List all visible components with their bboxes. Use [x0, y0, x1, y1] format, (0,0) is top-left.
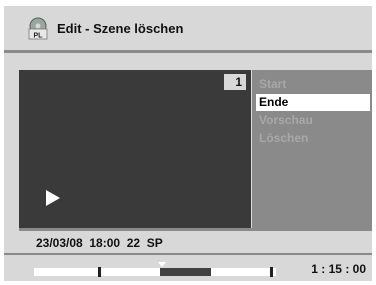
playlist-icon-label: PL: [34, 33, 44, 40]
edit-menu: Start Ende Vorschau Löschen: [252, 70, 372, 228]
recording-info-text: 23/03/08 18:00 22 SP: [36, 236, 163, 250]
edit-screen: PL Edit - Szene löschen 1 Start Ende Vor…: [4, 6, 372, 281]
recording-info-bar: 23/03/08 18:00 22 SP: [19, 228, 372, 253]
spacer-band: [4, 53, 372, 69]
menu-item-vorschau[interactable]: Vorschau: [256, 112, 370, 129]
video-preview: 1: [19, 70, 251, 228]
menu-item-start[interactable]: Start: [256, 76, 370, 93]
page-title: Edit - Szene löschen: [57, 21, 184, 36]
playhead-marker[interactable]: [158, 262, 167, 267]
playlist-disc-icon: PL: [28, 17, 48, 40]
scene-number-badge: 1: [224, 74, 246, 90]
menu-item-loeschen[interactable]: Löschen: [256, 130, 370, 147]
chapter-mark: [98, 267, 101, 277]
play-icon: [46, 190, 60, 206]
deleted-section: [159, 268, 211, 276]
progress-band: 1 : 15 : 00: [4, 253, 372, 281]
progress-track[interactable]: [34, 262, 276, 277]
chapter-mark: [270, 267, 273, 277]
title-bar: PL Edit - Szene löschen: [4, 6, 372, 53]
menu-item-ende[interactable]: Ende: [256, 94, 370, 111]
elapsed-time: 1 : 15 : 00: [311, 262, 366, 276]
